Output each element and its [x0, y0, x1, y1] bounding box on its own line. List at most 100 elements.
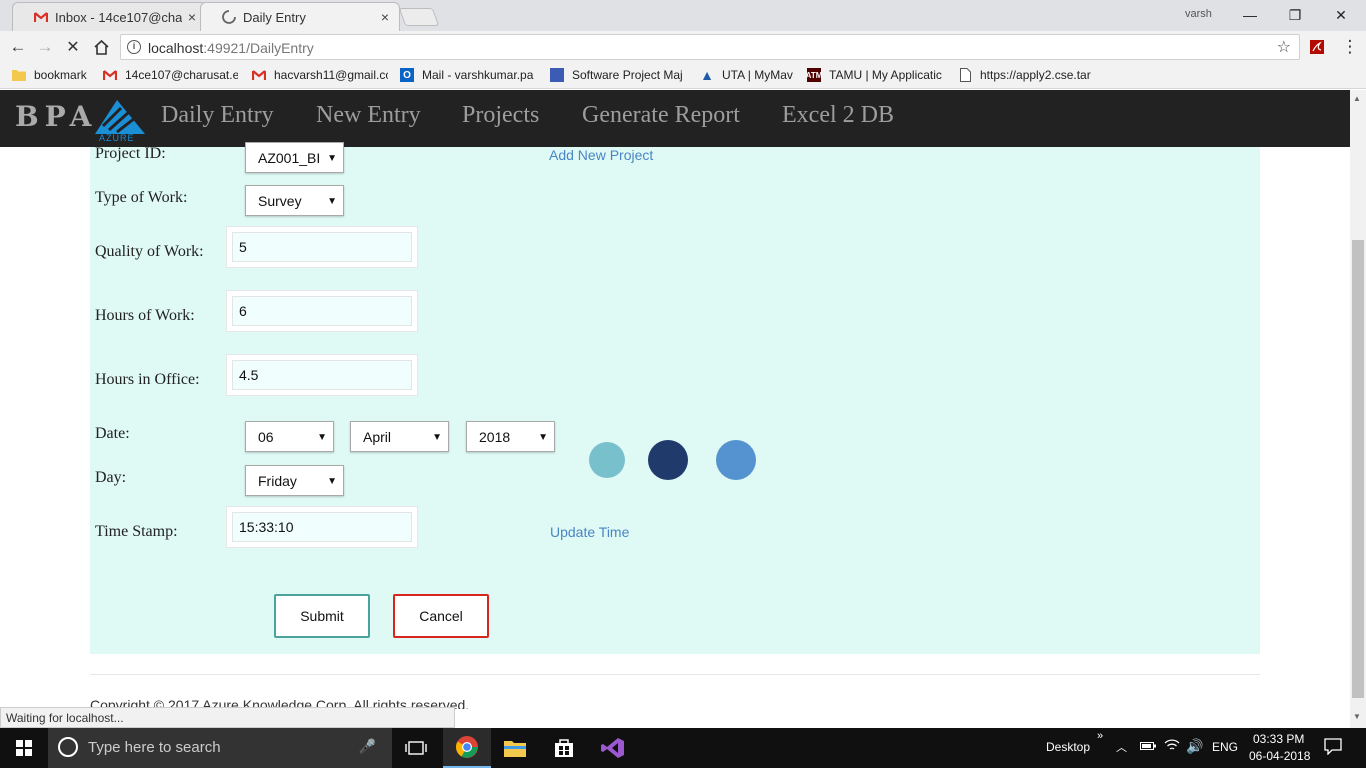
new-tab-button[interactable]: [398, 8, 440, 26]
loading-dot: [648, 440, 688, 480]
nav-daily-entry[interactable]: Daily Entry: [161, 102, 274, 129]
task-view-icon[interactable]: [392, 728, 440, 768]
profile-name[interactable]: varsh: [1185, 8, 1212, 20]
hours-of-work-field[interactable]: [226, 290, 418, 332]
scroll-up-icon[interactable]: ▲: [1353, 94, 1361, 103]
clock-time[interactable]: 03:33 PM: [1253, 732, 1304, 746]
gmail-icon: [33, 9, 49, 25]
dropdown-arrow-icon: ▼: [538, 432, 548, 443]
loading-spinner-icon: [221, 9, 237, 25]
desktop-toolbar[interactable]: Desktop: [1046, 740, 1090, 754]
taskbar-search-box[interactable]: Type here to search 🎤: [48, 728, 392, 768]
info-icon[interactable]: i: [127, 40, 141, 54]
store-icon[interactable]: [540, 728, 588, 768]
close-tab-icon[interactable]: ×: [381, 9, 389, 25]
submit-button[interactable]: Submit: [274, 594, 370, 638]
tab-title: Daily Entry: [243, 9, 306, 25]
tamu-icon: ATM: [807, 68, 822, 82]
forward-icon[interactable]: →: [33, 35, 57, 59]
search-placeholder: Type here to search: [88, 739, 221, 756]
close-tab-icon[interactable]: ×: [188, 9, 196, 25]
page-icon: [550, 68, 564, 82]
home-icon[interactable]: [89, 35, 113, 59]
bookmark-item[interactable]: ▲ UTA | MyMav: [700, 68, 796, 82]
date-month-select[interactable]: April ▼: [350, 421, 449, 452]
bookmark-item[interactable]: O Mail - varshkumar.pa: [400, 68, 537, 82]
loading-dot: [716, 440, 756, 480]
daily-entry-form: Project ID: AZ001_BI ▼ Add New Project Ty…: [90, 142, 1260, 654]
wifi-icon[interactable]: [1164, 738, 1180, 754]
back-icon[interactable]: ←: [6, 35, 30, 59]
bookmark-item[interactable]: Software Project Maj: [550, 68, 688, 82]
menu-icon[interactable]: ⋮: [1338, 35, 1362, 59]
language-indicator[interactable]: ENG: [1212, 740, 1238, 754]
project-id-select[interactable]: AZ001_BI ▼: [245, 142, 344, 173]
quality-of-work-label: Quality of Work:: [95, 243, 204, 260]
clock-date[interactable]: 06-04-2018: [1249, 749, 1310, 763]
visual-studio-icon[interactable]: [589, 728, 637, 768]
address-bar[interactable]: i localhost:49921/DailyEntry ☆: [120, 34, 1300, 60]
dropdown-arrow-icon: ▼: [327, 476, 337, 487]
hours-in-office-input[interactable]: [232, 360, 412, 390]
nav-projects[interactable]: Projects: [462, 102, 539, 129]
site-navbar: BPA AZURE Daily Entry New Entry Projects…: [0, 90, 1350, 147]
microphone-icon[interactable]: 🎤: [359, 738, 376, 755]
windows-start-icon[interactable]: [0, 728, 48, 768]
chrome-icon[interactable]: [443, 728, 491, 768]
bookmark-item[interactable]: 14ce107@charusat.e: [103, 68, 238, 82]
hours-of-work-input[interactable]: [232, 296, 412, 326]
bookmark-item[interactable]: bookmark: [12, 68, 94, 82]
browser-toolbar: ← → ✕ i localhost:49921/DailyEntry ☆ ⋮: [0, 31, 1366, 63]
nav-generate-report[interactable]: Generate Report: [582, 102, 740, 129]
scroll-down-icon[interactable]: ▼: [1353, 712, 1361, 721]
document-icon: [958, 68, 972, 82]
battery-icon[interactable]: [1140, 740, 1156, 754]
brand[interactable]: BPA: [15, 100, 97, 133]
day-select[interactable]: Friday ▼: [245, 465, 344, 496]
hours-in-office-label: Hours in Office:: [95, 371, 200, 388]
date-year-select[interactable]: 2018 ▼: [466, 421, 555, 452]
show-hidden-icons-icon[interactable]: ︿: [1116, 739, 1127, 755]
add-new-project-link[interactable]: Add New Project: [549, 147, 653, 163]
cancel-button[interactable]: Cancel: [393, 594, 489, 638]
scrollbar-thumb[interactable]: [1352, 240, 1364, 698]
dropdown-arrow-icon: ▼: [327, 196, 337, 207]
time-stamp-label: Time Stamp:: [95, 523, 178, 540]
bookmark-star-icon[interactable]: ☆: [1277, 37, 1291, 57]
stop-icon[interactable]: ✕: [61, 35, 85, 59]
svg-text:AZURE: AZURE: [99, 133, 135, 142]
close-window-icon[interactable]: ✕: [1318, 4, 1364, 26]
url-path: :49921/DailyEntry: [203, 40, 314, 56]
quality-of-work-field[interactable]: [226, 226, 418, 268]
time-stamp-field[interactable]: [226, 506, 418, 548]
quality-of-work-input[interactable]: [232, 232, 412, 262]
hours-of-work-label: Hours of Work:: [95, 307, 195, 324]
date-day-select[interactable]: 06 ▼: [245, 421, 334, 452]
file-explorer-icon[interactable]: [491, 728, 539, 768]
type-of-work-select[interactable]: Survey ▼: [245, 185, 344, 216]
restore-icon[interactable]: ❐: [1272, 4, 1318, 26]
bookmark-item[interactable]: ATM TAMU | My Applicatic: [807, 68, 945, 82]
type-of-work-label: Type of Work:: [95, 189, 188, 206]
toolbar-expand-icon[interactable]: »: [1097, 730, 1103, 742]
outlook-icon: O: [400, 68, 414, 82]
tab-daily-entry[interactable]: Daily Entry ×: [200, 2, 400, 31]
dropdown-arrow-icon: ▼: [432, 432, 442, 443]
bookmark-item[interactable]: hacvarsh11@gmail.cc: [252, 68, 388, 82]
action-center-icon[interactable]: [1324, 737, 1342, 758]
pdf-extension-icon[interactable]: [1305, 35, 1329, 59]
volume-icon[interactable]: 🔊: [1186, 738, 1203, 755]
time-stamp-input[interactable]: [232, 512, 412, 542]
status-bar: Waiting for localhost...: [0, 707, 455, 728]
minimize-icon[interactable]: —: [1227, 4, 1273, 26]
update-time-link[interactable]: Update Time: [550, 524, 629, 540]
folder-icon: [12, 68, 26, 82]
bookmark-item[interactable]: https://apply2.cse.tar: [958, 68, 1094, 82]
hours-in-office-field[interactable]: [226, 354, 418, 396]
nav-excel-2-db[interactable]: Excel 2 DB: [782, 102, 894, 129]
day-label: Day:: [95, 469, 127, 486]
tab-inbox[interactable]: Inbox - 14ce107@charus ×: [12, 2, 207, 31]
nav-new-entry[interactable]: New Entry: [316, 102, 421, 129]
gmail-icon: [103, 68, 117, 82]
footer-divider: [90, 674, 1260, 675]
